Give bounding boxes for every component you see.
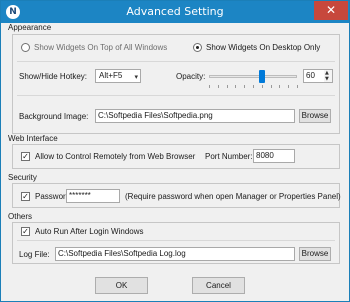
- opacity-slider-tick: [227, 85, 228, 88]
- hotkey-value: Alt+F5: [99, 71, 123, 80]
- allow-remote-checkbox[interactable]: ✓: [21, 152, 30, 161]
- password-note: (Require password when open Manager or P…: [125, 192, 341, 201]
- appearance-section-label: Appearance: [8, 23, 52, 32]
- show-on-top-radio[interactable]: [21, 43, 30, 52]
- password-label[interactable]: Password: [35, 192, 70, 201]
- web-interface-group: ✓ Allow to Control Remotely from Web Bro…: [12, 144, 340, 169]
- opacity-slider-thumb[interactable]: [258, 70, 265, 83]
- advanced-setting-window: N Advanced Setting ✕ Appearance Show Wid…: [0, 0, 350, 302]
- log-file-label: Log File:: [19, 250, 50, 259]
- dialog-content: Appearance Show Widgets On Top of All Wi…: [4, 23, 346, 299]
- others-section-label: Others: [8, 212, 33, 221]
- allow-remote-label[interactable]: Allow to Control Remotely from Web Brows…: [35, 152, 195, 161]
- security-section-label: Security: [8, 173, 37, 182]
- opacity-spinner[interactable]: ▲ ▼: [324, 69, 333, 83]
- opacity-slider-tick: [262, 85, 263, 88]
- port-number-label: Port Number:: [205, 152, 253, 161]
- cancel-button[interactable]: Cancel: [192, 277, 245, 294]
- log-file-field[interactable]: C:\Softpedia Files\Softpedia Log.log: [55, 247, 295, 261]
- close-button[interactable]: ✕: [314, 1, 348, 20]
- background-image-label: Background Image:: [19, 112, 89, 121]
- opacity-slider-tick: [218, 85, 219, 88]
- hotkey-label: Show/Hide Hotkey:: [19, 72, 88, 81]
- opacity-slider-tick: [244, 85, 245, 88]
- opacity-slider-tick: [288, 85, 289, 88]
- security-group: ✓ Password ******* (Require password whe…: [12, 183, 341, 208]
- opacity-slider-tick: [209, 85, 210, 88]
- appearance-group: Show Widgets On Top of All Windows Show …: [12, 34, 340, 134]
- opacity-value-field[interactable]: 60: [303, 69, 325, 83]
- password-field[interactable]: *******: [66, 189, 120, 203]
- opacity-slider-track[interactable]: [209, 75, 297, 78]
- port-number-field[interactable]: 8080: [253, 149, 295, 163]
- autorun-label[interactable]: Auto Run After Login Windows: [35, 227, 144, 236]
- opacity-slider-tick: [279, 85, 280, 88]
- chevron-down-icon: ▾: [134, 73, 138, 81]
- show-on-top-label[interactable]: Show Widgets On Top of All Windows: [34, 43, 167, 52]
- title-bar[interactable]: N Advanced Setting ✕: [1, 1, 349, 23]
- spin-down-icon[interactable]: ▼: [325, 77, 329, 82]
- opacity-slider-tick: [235, 85, 236, 88]
- log-browse-button[interactable]: Browse: [299, 247, 331, 261]
- password-checkbox[interactable]: ✓: [21, 192, 30, 201]
- others-divider: [17, 240, 335, 241]
- appearance-divider-2: [17, 95, 335, 96]
- show-on-desktop-label[interactable]: Show Widgets On Desktop Only: [206, 43, 320, 52]
- others-group: ✓ Auto Run After Login Windows Log File:…: [12, 222, 340, 264]
- background-browse-button[interactable]: Browse: [299, 109, 331, 123]
- ok-button[interactable]: OK: [95, 277, 148, 294]
- opacity-label: Opacity:: [176, 72, 206, 81]
- opacity-slider-ticks: [209, 85, 298, 88]
- hotkey-dropdown[interactable]: Alt+F5 ▾: [95, 69, 141, 83]
- autorun-checkbox[interactable]: ✓: [21, 227, 30, 236]
- web-interface-section-label: Web Interface: [8, 134, 58, 143]
- opacity-slider-tick: [297, 85, 298, 88]
- show-on-desktop-radio[interactable]: [193, 43, 202, 52]
- background-image-field[interactable]: C:\Softpedia Files\Softpedia.png: [95, 109, 295, 123]
- opacity-slider-tick: [253, 85, 254, 88]
- opacity-slider-tick: [271, 85, 272, 88]
- appearance-divider-1: [17, 61, 335, 62]
- window-title: Advanced Setting: [126, 5, 224, 18]
